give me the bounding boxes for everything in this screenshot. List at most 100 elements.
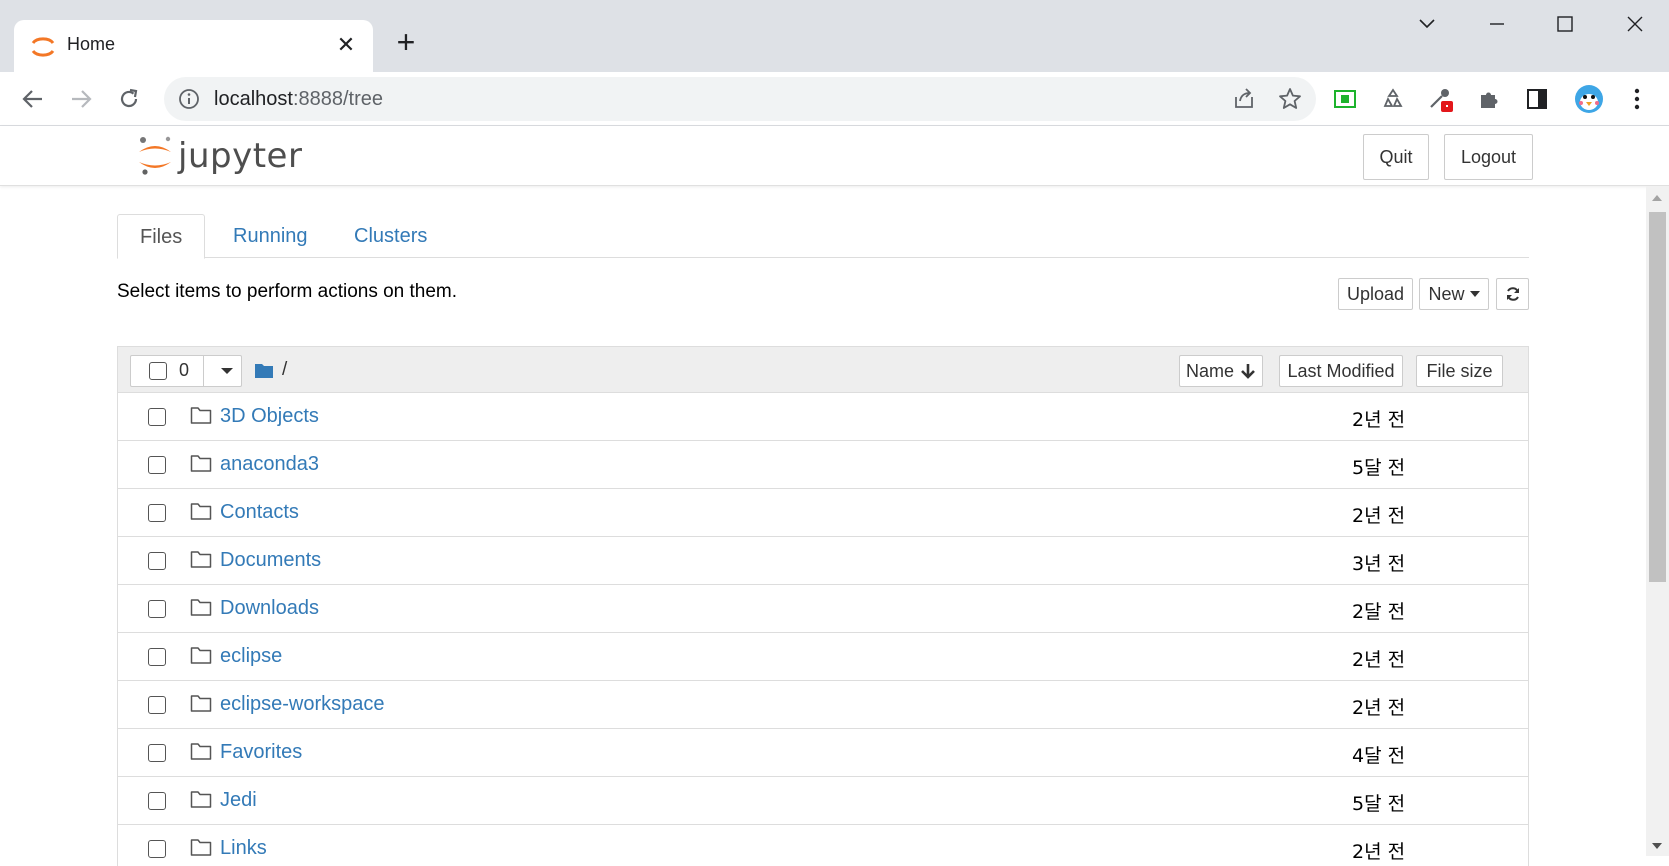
file-row[interactable]: eclipse-workspace 2년 전 xyxy=(118,681,1528,729)
file-name-link[interactable]: 3D Objects xyxy=(220,405,319,428)
url-text[interactable]: localhost:8888/tree xyxy=(214,88,383,111)
eyedropper-extension-icon[interactable] xyxy=(1426,84,1456,114)
new-tab-icon[interactable]: + xyxy=(391,26,421,58)
site-info-icon[interactable] xyxy=(178,88,200,110)
extensions-puzzle-icon[interactable] xyxy=(1474,84,1504,114)
file-name-link[interactable]: Favorites xyxy=(220,741,302,764)
tab-clusters[interactable]: Clusters xyxy=(332,214,449,259)
file-row[interactable]: Links 2년 전 xyxy=(118,825,1528,866)
folder-icon xyxy=(190,743,212,760)
page-scrollbar[interactable] xyxy=(1646,186,1669,856)
file-row[interactable]: Downloads 2달 전 xyxy=(118,585,1528,633)
scrollbar-thumb[interactable] xyxy=(1649,212,1666,582)
row-checkbox[interactable] xyxy=(148,552,166,570)
share-icon[interactable] xyxy=(1232,87,1256,111)
folder-icon xyxy=(190,599,212,616)
folder-icon xyxy=(190,839,212,856)
jupyter-logo-text: jupyter xyxy=(178,136,303,176)
tab-running[interactable]: Running xyxy=(211,214,330,259)
profile-avatar[interactable] xyxy=(1574,84,1604,114)
row-checkbox[interactable] xyxy=(148,744,166,762)
folder-icon xyxy=(190,407,212,424)
back-arrow-icon[interactable] xyxy=(18,84,48,114)
selection-hint: Select items to perform actions on them. xyxy=(117,281,458,302)
maximize-icon[interactable] xyxy=(1542,8,1588,40)
row-checkbox[interactable] xyxy=(148,504,166,522)
browser-menu-icon[interactable] xyxy=(1622,84,1652,114)
quit-button[interactable]: Quit xyxy=(1363,134,1429,180)
select-menu-caret-icon[interactable] xyxy=(217,362,237,380)
breadcrumb-root[interactable]: / xyxy=(282,359,287,381)
file-row[interactable]: anaconda3 5달 전 xyxy=(118,441,1528,489)
file-row[interactable]: Documents 3년 전 xyxy=(118,537,1528,585)
close-tab-icon[interactable]: ✕ xyxy=(333,32,359,58)
folder-icon xyxy=(190,647,212,664)
sort-file-size-button[interactable]: File size xyxy=(1416,355,1503,387)
folder-icon xyxy=(190,455,212,472)
row-checkbox[interactable] xyxy=(148,696,166,714)
last-modified-text: 2년 전 xyxy=(1352,505,1406,527)
window-close-icon[interactable] xyxy=(1612,8,1658,40)
file-row[interactable]: Jedi 5달 전 xyxy=(118,777,1528,825)
tab-files[interactable]: Files xyxy=(117,214,206,259)
row-checkbox[interactable] xyxy=(148,600,166,618)
file-list-header: 0 / Name Last Modified File size xyxy=(118,347,1528,393)
last-modified-text: 3년 전 xyxy=(1352,553,1406,575)
last-modified-text: 2년 전 xyxy=(1352,841,1406,863)
last-modified-text: 2년 전 xyxy=(1352,649,1406,671)
scroll-down-arrow-icon[interactable] xyxy=(1651,842,1663,850)
address-bar[interactable]: localhost:8888/tree xyxy=(164,77,1316,121)
extension-green-icon[interactable] xyxy=(1330,84,1360,114)
selected-count: 0 xyxy=(179,360,190,380)
last-modified-text: 5달 전 xyxy=(1352,793,1406,815)
file-row[interactable]: Favorites 4달 전 xyxy=(118,729,1528,777)
scroll-up-arrow-icon[interactable] xyxy=(1651,194,1663,202)
file-name-link[interactable]: anaconda3 xyxy=(220,453,319,476)
new-dropdown-button[interactable]: New xyxy=(1419,278,1489,310)
sort-name-button[interactable]: Name xyxy=(1179,355,1263,387)
caret-down-icon xyxy=(1469,291,1480,297)
file-row[interactable]: eclipse 2년 전 xyxy=(118,633,1528,681)
reload-icon[interactable] xyxy=(114,84,144,114)
last-modified-text: 2년 전 xyxy=(1352,409,1406,431)
file-name-link[interactable]: eclipse-workspace xyxy=(220,693,385,716)
file-name-link[interactable]: Downloads xyxy=(220,597,319,620)
minimize-icon[interactable] xyxy=(1474,8,1520,40)
file-name-link[interactable]: Jedi xyxy=(220,789,257,812)
file-row[interactable]: Contacts 2년 전 xyxy=(118,489,1528,537)
row-checkbox[interactable] xyxy=(148,456,166,474)
sort-name-label: Name xyxy=(1185,360,1234,381)
logout-button[interactable]: Logout xyxy=(1444,134,1533,180)
refresh-button[interactable] xyxy=(1496,278,1529,310)
dashboard-tabs: Files Running Clusters xyxy=(117,214,1529,259)
bookmark-star-icon[interactable] xyxy=(1278,87,1302,111)
jupyter-logo[interactable]: jupyter xyxy=(136,134,302,178)
file-row[interactable]: 3D Objects 2년 전 xyxy=(118,393,1528,441)
jupyter-favicon-icon xyxy=(31,37,55,57)
last-modified-text: 2달 전 xyxy=(1352,601,1406,623)
select-divider xyxy=(203,356,204,386)
side-panel-icon[interactable] xyxy=(1522,84,1552,114)
jupyter-logo-icon xyxy=(139,136,171,175)
last-modified-text: 5달 전 xyxy=(1352,457,1406,479)
breadcrumb: / xyxy=(254,359,287,381)
upload-button[interactable]: Upload xyxy=(1338,278,1413,310)
row-checkbox[interactable] xyxy=(148,648,166,666)
row-checkbox[interactable] xyxy=(148,840,166,858)
new-button-label: New xyxy=(1428,283,1465,304)
tab-search-chevron-icon[interactable] xyxy=(1404,8,1450,40)
folder-home-icon[interactable] xyxy=(254,362,274,379)
file-name-link[interactable]: Links xyxy=(220,837,267,860)
select-all-checkbox[interactable] xyxy=(149,362,167,380)
file-name-link[interactable]: Contacts xyxy=(220,501,299,524)
forward-arrow-icon[interactable] xyxy=(66,84,96,114)
select-all-group: 0 xyxy=(130,355,242,387)
recycle-extension-icon[interactable] xyxy=(1378,84,1408,114)
file-name-link[interactable]: Documents xyxy=(220,549,321,572)
row-checkbox[interactable] xyxy=(148,792,166,810)
browser-tab-home[interactable]: Home ✕ xyxy=(14,20,373,72)
row-checkbox[interactable] xyxy=(148,408,166,426)
sort-last-modified-button[interactable]: Last Modified xyxy=(1279,355,1403,387)
file-name-link[interactable]: eclipse xyxy=(220,645,282,668)
folder-icon xyxy=(190,503,212,520)
